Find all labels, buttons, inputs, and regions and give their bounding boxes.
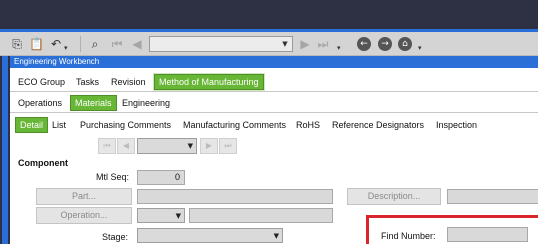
tab-method-of-manufacturing[interactable]: Method of Manufacturing bbox=[154, 74, 264, 90]
operation-combo[interactable]: ▼ bbox=[137, 208, 185, 223]
back-icon[interactable]: ← bbox=[357, 37, 371, 51]
first-record-icon[interactable]: ⏮ bbox=[110, 37, 124, 51]
tab-eco-group[interactable]: ECO Group bbox=[14, 74, 69, 90]
stage-label: Stage: bbox=[102, 232, 129, 242]
operation-description-field bbox=[189, 208, 333, 223]
material-next-icon[interactable]: ▶ bbox=[200, 138, 218, 154]
description-field[interactable] bbox=[447, 189, 538, 204]
undo-dropdown-icon[interactable]: ▾ bbox=[64, 44, 68, 52]
mtl-seq-label: Mtl Seq: bbox=[96, 172, 130, 182]
chevron-down-icon: ▼ bbox=[187, 142, 193, 150]
material-prev-icon[interactable]: ◀ bbox=[117, 138, 135, 154]
last-record-icon[interactable]: ⏭ bbox=[316, 37, 330, 51]
window-title: Engineering Workbench bbox=[10, 56, 538, 68]
tab-revision[interactable]: Revision bbox=[107, 74, 150, 90]
copy-icon[interactable]: ⎘ bbox=[10, 37, 24, 51]
tab-detail[interactable]: Detail bbox=[15, 117, 49, 133]
tab-materials[interactable]: Materials bbox=[70, 95, 117, 111]
main-toolbar: ⎘ 📋 ↶ ▾ ⌕ ⏮ ◀ ▼ ▶ ⏭ ▾ ← → ⌂ ▾ bbox=[0, 32, 538, 56]
material-last-icon[interactable]: ⏭ bbox=[219, 138, 237, 154]
paste-icon[interactable]: 📋 bbox=[29, 37, 44, 51]
chevron-down-icon: ▼ bbox=[175, 211, 181, 220]
tab-tasks[interactable]: Tasks bbox=[72, 74, 103, 90]
mtl-seq-field[interactable]: 0 bbox=[137, 170, 185, 185]
description-button[interactable]: Description... bbox=[347, 188, 441, 205]
component-section-title: Component bbox=[18, 158, 68, 168]
record-combo[interactable]: ▼ bbox=[149, 36, 293, 52]
stage-combo[interactable]: ▼ bbox=[137, 228, 283, 243]
left-dock-accent bbox=[2, 56, 8, 244]
tab-inspection[interactable]: Inspection bbox=[432, 117, 481, 133]
tab-purchasing-comments[interactable]: Purchasing Comments bbox=[76, 117, 175, 133]
record-dropdown-icon[interactable]: ▾ bbox=[337, 44, 341, 52]
toolbar-separator bbox=[80, 36, 81, 52]
material-first-icon[interactable]: ⏮ bbox=[98, 138, 116, 154]
prev-record-icon[interactable]: ◀ bbox=[130, 37, 144, 51]
next-record-icon[interactable]: ▶ bbox=[298, 37, 312, 51]
chevron-down-icon: ▼ bbox=[273, 231, 279, 240]
tab-reference-designators[interactable]: Reference Designators bbox=[328, 117, 428, 133]
tab-operations[interactable]: Operations bbox=[14, 95, 66, 111]
nav-dropdown-icon[interactable]: ▾ bbox=[418, 44, 422, 52]
tab-rohs[interactable]: RoHS bbox=[292, 117, 324, 133]
tab-row-secondary: Operations Materials Engineering bbox=[10, 93, 538, 113]
chevron-down-icon: ▼ bbox=[282, 40, 288, 48]
find-number-field[interactable] bbox=[447, 227, 528, 242]
app-title-bar bbox=[0, 0, 538, 32]
home-icon[interactable]: ⌂ bbox=[398, 37, 412, 51]
find-number-label: Find Number: bbox=[381, 231, 436, 241]
part-button[interactable]: Part... bbox=[36, 188, 132, 205]
tab-row-tertiary: Detail List Purchasing Comments Manufact… bbox=[10, 115, 538, 135]
operation-button[interactable]: Operation... bbox=[36, 207, 132, 224]
forward-icon[interactable]: → bbox=[378, 37, 392, 51]
binoculars-icon[interactable]: ⌕ bbox=[88, 37, 102, 51]
part-field[interactable] bbox=[137, 189, 333, 204]
tab-list[interactable]: List bbox=[48, 117, 70, 133]
material-record-combo[interactable]: ▼ bbox=[137, 138, 197, 154]
left-dock-strip bbox=[0, 56, 10, 244]
tab-manufacturing-comments[interactable]: Manufacturing Comments bbox=[179, 117, 290, 133]
tab-row-primary: ECO Group Tasks Revision Method of Manuf… bbox=[10, 72, 538, 92]
tab-engineering[interactable]: Engineering bbox=[118, 95, 174, 111]
undo-icon[interactable]: ↶ bbox=[49, 37, 63, 51]
